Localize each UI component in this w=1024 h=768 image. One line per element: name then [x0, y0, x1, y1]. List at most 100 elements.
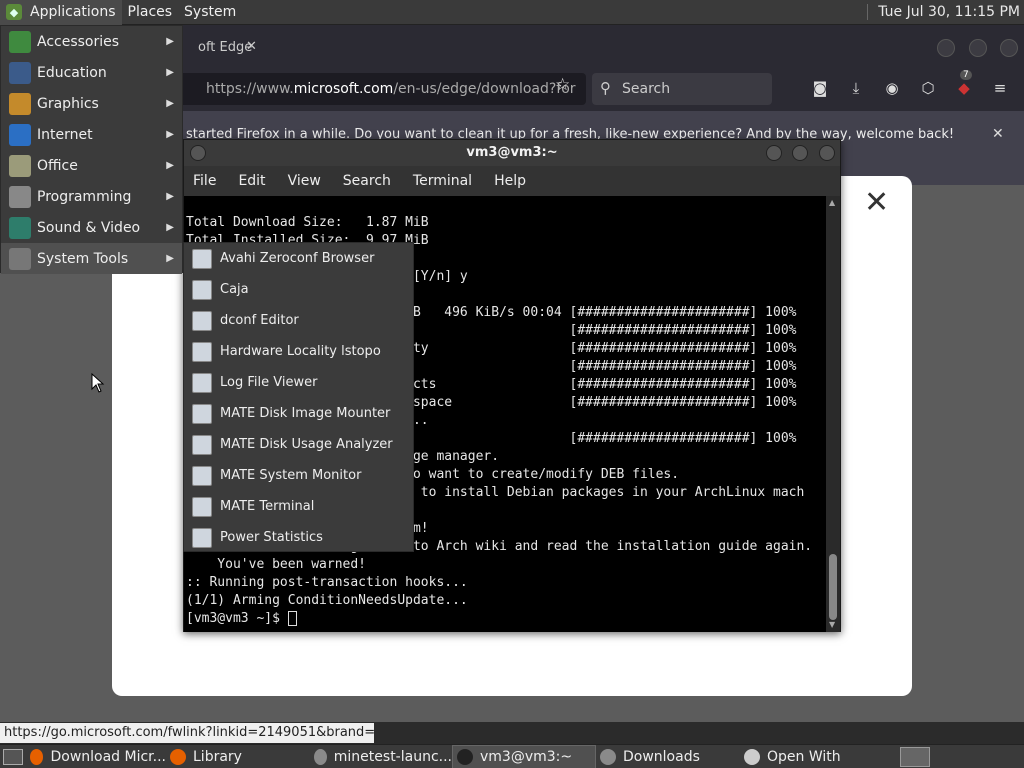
- submenu-arrow-icon: ▶: [166, 129, 174, 140]
- submenu-item-power-statistics[interactable]: Power Statistics: [184, 522, 413, 553]
- clock[interactable]: Tue Jul 30, 11:15 PM: [867, 4, 1024, 20]
- menu-item-label: System Tools: [37, 250, 129, 267]
- maximize-icon[interactable]: [969, 39, 987, 57]
- terminal-menu-view[interactable]: View: [288, 173, 321, 189]
- menu-item-system-tools[interactable]: System Tools ▶: [1, 243, 182, 274]
- download-icon[interactable]: ⤓: [846, 79, 866, 99]
- system-tools-icon: [9, 247, 31, 270]
- account-icon[interactable]: ◉: [882, 79, 902, 99]
- search-icon: ⚲: [600, 79, 611, 97]
- avahi-icon: [192, 248, 212, 269]
- submenu-item-mate-disk-usage-analyzer[interactable]: MATE Disk Usage Analyzer: [184, 429, 413, 460]
- places-label: Places: [127, 4, 173, 20]
- system-menu[interactable]: System: [178, 0, 242, 25]
- terminal-menu-edit[interactable]: Edit: [238, 173, 265, 189]
- submenu-item-caja[interactable]: Caja: [184, 274, 413, 305]
- taskbar-button[interactable]: Library: [166, 745, 310, 768]
- submenu-item-mate-disk-image-mounter[interactable]: MATE Disk Image Mounter: [184, 398, 413, 429]
- minimize-icon[interactable]: [937, 39, 955, 57]
- menu-item-label: Office: [37, 157, 78, 174]
- mouse-pointer-icon: [91, 373, 105, 393]
- taskbar-button[interactable]: Download Micr...: [26, 745, 166, 768]
- workspace-switcher[interactable]: [900, 746, 930, 767]
- scrollbar-thumb[interactable]: [829, 554, 837, 620]
- terminal-menu-search[interactable]: Search: [343, 173, 391, 189]
- places-menu[interactable]: Places: [122, 0, 179, 25]
- terminal-menu-help[interactable]: Help: [494, 173, 526, 189]
- submenu-arrow-icon: ▶: [166, 191, 174, 202]
- terminal-menu-terminal[interactable]: Terminal: [413, 173, 472, 189]
- bookmark-star-icon[interactable]: ☆: [555, 75, 570, 95]
- menu-item-office[interactable]: Office ▶: [1, 150, 182, 181]
- taskbar-button[interactable]: Downloads: [596, 745, 740, 768]
- modal-close-icon[interactable]: ✕: [864, 188, 889, 218]
- submenu-item-dconf-editor[interactable]: dconf Editor: [184, 305, 413, 336]
- ublock-badge: 7: [960, 70, 972, 80]
- extensions-icon[interactable]: ⬡: [918, 79, 938, 99]
- system-label: System: [184, 4, 237, 20]
- submenu-item-label: Power Statistics: [220, 530, 323, 545]
- folder-icon: [314, 748, 327, 765]
- submenu-item-label: MATE Disk Usage Analyzer: [220, 437, 393, 452]
- submenu-item-label: Caja: [220, 282, 249, 297]
- menu-item-programming[interactable]: Programming ▶: [1, 181, 182, 212]
- terminal-menubar: File Edit View Search Terminal Help: [184, 166, 840, 196]
- notification-close-icon[interactable]: ✕: [992, 126, 1004, 142]
- submenu-item-avahi-zeroconf-browser[interactable]: Avahi Zeroconf Browser: [184, 243, 413, 274]
- applications-dropdown: Accessories ▶ Education ▶ Graphics ▶ Internet ▶…: [0, 25, 183, 274]
- clock-label: Tue Jul 30, 11:15 PM: [878, 4, 1020, 20]
- close-window-icon[interactable]: [1000, 39, 1018, 57]
- show-desktop-icon[interactable]: [3, 748, 23, 765]
- submenu-item-mate-terminal[interactable]: MATE Terminal: [184, 491, 413, 522]
- terminal-title: vm3@vm3:~: [466, 145, 558, 160]
- caja-icon: [192, 279, 212, 300]
- taskbar-label: Open With: [767, 748, 841, 765]
- scroll-up-icon[interactable]: ▲: [829, 198, 835, 207]
- search-input[interactable]: ⚲ Search: [592, 73, 772, 105]
- submenu-item-mate-system-monitor[interactable]: MATE System Monitor: [184, 460, 413, 491]
- terminal-menu-file[interactable]: File: [193, 173, 216, 189]
- url-prefix: https://www.: [206, 81, 294, 97]
- taskbar-button[interactable]: vm3@vm3:~: [452, 744, 596, 768]
- firefox-icon: [170, 748, 186, 765]
- system-monitor-icon: [192, 465, 212, 486]
- menu-item-sound-video[interactable]: Sound & Video ▶: [1, 212, 182, 243]
- submenu-item-label: dconf Editor: [220, 313, 299, 328]
- menu-icon[interactable]: ≡: [990, 79, 1010, 99]
- submenu-item-hardware-locality-lstopo[interactable]: Hardware Locality lstopo: [184, 336, 413, 367]
- url-bar[interactable]: https://www.microsoft.com/en-us/edge/dow…: [176, 73, 586, 105]
- terminal-titlebar[interactable]: vm3@vm3:~: [184, 140, 840, 166]
- dconf-icon: [192, 310, 212, 331]
- url-domain: microsoft.com: [293, 81, 394, 97]
- taskbar-button[interactable]: Open With: [740, 745, 882, 768]
- menu-item-internet[interactable]: Internet ▶: [1, 119, 182, 150]
- submenu-item-label: MATE Disk Image Mounter: [220, 406, 391, 421]
- submenu-item-label: MATE System Monitor: [220, 468, 362, 483]
- submenu-item-label: Hardware Locality lstopo: [220, 344, 381, 359]
- status-url: https://go.microsoft.com/fwlink?linkid=2…: [0, 723, 374, 743]
- submenu-item-log-file-viewer[interactable]: Log File Viewer: [184, 367, 413, 398]
- education-icon: [9, 61, 31, 84]
- scroll-down-icon[interactable]: ▼: [829, 620, 835, 629]
- programming-icon: [9, 185, 31, 208]
- ublock-icon[interactable]: ◆: [954, 79, 974, 99]
- terminal-menu-icon[interactable]: [190, 145, 206, 161]
- pocket-icon[interactable]: ◙: [810, 79, 830, 99]
- submenu-arrow-icon: ▶: [166, 98, 174, 109]
- sound-video-icon: [9, 216, 31, 239]
- terminal-scrollbar[interactable]: ▲ ▼: [826, 196, 840, 632]
- menu-item-graphics[interactable]: Graphics ▶: [1, 88, 182, 119]
- menu-item-accessories[interactable]: Accessories ▶: [1, 26, 182, 57]
- taskbar-button[interactable]: minetest-launc...: [310, 745, 452, 768]
- applications-menu[interactable]: ◆ Applications: [0, 0, 122, 25]
- submenu-item-label: Avahi Zeroconf Browser: [220, 251, 375, 266]
- submenu-item-label: Log File Viewer: [220, 375, 318, 390]
- menu-item-education[interactable]: Education ▶: [1, 57, 182, 88]
- terminal-maximize-icon[interactable]: [792, 145, 808, 161]
- log-viewer-icon: [192, 372, 212, 393]
- submenu-arrow-icon: ▶: [166, 253, 174, 264]
- terminal-close-icon[interactable]: [819, 145, 835, 161]
- tab-close-icon[interactable]: ✕: [246, 39, 257, 54]
- terminal-minimize-icon[interactable]: [766, 145, 782, 161]
- internet-icon: [9, 123, 31, 146]
